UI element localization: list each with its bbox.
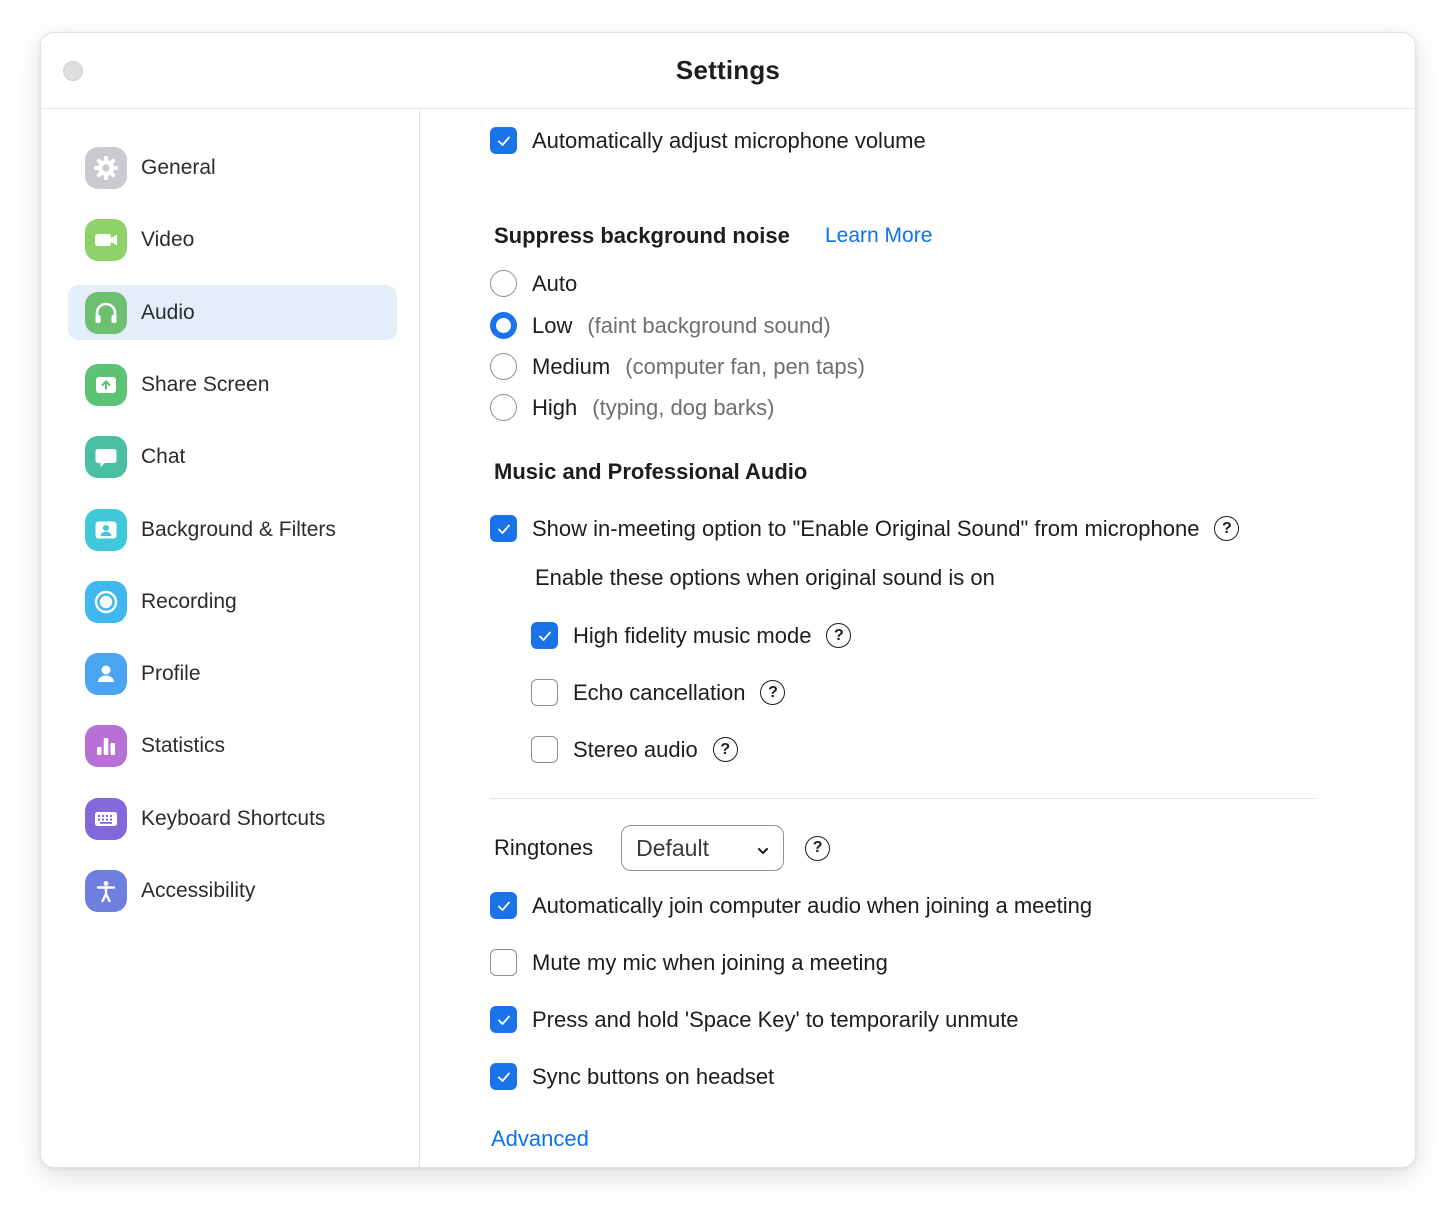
ringtones-select-value: Default <box>636 834 709 861</box>
profile-icon <box>85 652 127 695</box>
mute-on-join-option: Mute my mic when joining a meeting <box>490 949 888 976</box>
record-icon <box>85 580 127 623</box>
help-icon[interactable]: ? <box>826 623 852 648</box>
stereo-audio-checkbox[interactable] <box>531 736 558 763</box>
music-audio-heading: Music and Professional Audio <box>494 459 808 484</box>
sidebar-item-audio[interactable]: Audio <box>68 285 397 340</box>
mute-on-join-label: Mute my mic when joining a meeting <box>532 949 888 975</box>
ringtones-label: Ringtones <box>494 835 594 860</box>
sidebar-item-label: Video <box>141 227 195 251</box>
sidebar-item-label: Audio <box>141 300 195 324</box>
noise-option-high[interactable]: High (typing, dog barks) <box>490 394 774 421</box>
suppress-noise-heading: Suppress background noise <box>494 223 790 248</box>
help-icon[interactable]: ? <box>805 835 831 861</box>
noise-option-label: Medium <box>532 353 611 379</box>
window-title: Settings <box>675 55 781 85</box>
noise-medium-radio[interactable] <box>490 353 517 380</box>
space-key-unmute-option: Press and hold 'Space Key' to temporaril… <box>490 1006 1019 1033</box>
sidebar-item-label: Statistics <box>141 733 226 757</box>
sync-headset-label: Sync buttons on headset <box>532 1063 775 1089</box>
space-key-unmute-label: Press and hold 'Space Key' to temporaril… <box>532 1006 1019 1032</box>
sidebar-item-profile[interactable]: Profile <box>68 646 397 701</box>
echo-cancellation-option: Echo cancellation ? <box>531 679 786 706</box>
auto-join-audio-checkbox[interactable] <box>490 892 517 919</box>
noise-option-hint: (computer fan, pen taps) <box>625 353 865 379</box>
sidebar-item-video[interactable]: Video <box>68 212 397 267</box>
auto-join-audio-option: Automatically join computer audio when j… <box>490 892 1092 919</box>
noise-option-label: High <box>532 394 578 420</box>
accessibility-icon <box>85 869 127 912</box>
space-key-unmute-checkbox[interactable] <box>490 1006 517 1033</box>
sidebar-item-keyboard-shortcuts[interactable]: Keyboard Shortcuts <box>68 791 397 846</box>
sidebar: General Video Audio Share Screen Chat Ba… <box>41 110 420 1167</box>
ringtones-row: Ringtones Default ? <box>494 825 831 871</box>
noise-auto-radio[interactable] <box>490 270 517 297</box>
sidebar-item-background-filters[interactable]: Background & Filters <box>68 502 397 557</box>
sidebar-item-share-screen[interactable]: Share Screen <box>68 357 397 412</box>
high-fidelity-checkbox[interactable] <box>531 622 558 649</box>
original-sound-checkbox[interactable] <box>490 515 517 542</box>
stereo-audio-label: Stereo audio <box>573 736 698 762</box>
gear-icon <box>85 146 127 189</box>
window-close-button[interactable] <box>63 61 83 81</box>
video-camera-icon <box>85 218 127 261</box>
sidebar-item-statistics[interactable]: Statistics <box>68 718 397 773</box>
chevron-down-icon <box>756 835 770 862</box>
help-icon[interactable]: ? <box>712 737 738 762</box>
noise-option-low[interactable]: Low (faint background sound) <box>490 312 831 339</box>
auto-adjust-mic-label: Automatically adjust microphone volume <box>532 127 926 153</box>
noise-option-label: Auto <box>532 270 578 296</box>
noise-low-radio[interactable] <box>490 312 517 339</box>
stereo-audio-option: Stereo audio ? <box>531 736 738 763</box>
noise-option-hint: (faint background sound) <box>587 312 831 338</box>
learn-more-link[interactable]: Learn More <box>825 224 932 248</box>
original-sound-label: Show in-meeting option to "Enable Origin… <box>532 515 1200 541</box>
title-bar: Settings <box>41 33 1415 109</box>
high-fidelity-label: High fidelity music mode <box>573 622 812 648</box>
auto-join-audio-label: Automatically join computer audio when j… <box>532 892 1093 918</box>
sidebar-item-label: Profile <box>141 661 201 685</box>
sidebar-item-label: Chat <box>141 444 186 468</box>
noise-high-radio[interactable] <box>490 394 517 421</box>
high-fidelity-option: High fidelity music mode ? <box>531 622 852 649</box>
sidebar-item-chat[interactable]: Chat <box>68 429 397 484</box>
keyboard-icon <box>85 797 127 840</box>
sync-headset-checkbox[interactable] <box>490 1063 517 1090</box>
sync-headset-option: Sync buttons on headset <box>490 1063 774 1090</box>
sidebar-item-label: Accessibility <box>141 878 256 902</box>
bar-chart-icon <box>85 724 127 767</box>
sidebar-item-label: General <box>141 155 216 179</box>
chat-bubble-icon <box>85 435 127 478</box>
sidebar-item-label: Background & Filters <box>141 517 336 541</box>
sidebar-item-accessibility[interactable]: Accessibility <box>68 863 397 918</box>
background-person-icon <box>85 508 127 551</box>
headphones-icon <box>85 291 127 334</box>
help-icon[interactable]: ? <box>1214 516 1240 541</box>
noise-option-hint: (typing, dog barks) <box>592 394 775 420</box>
noise-option-medium[interactable]: Medium (computer fan, pen taps) <box>490 353 865 380</box>
share-screen-icon <box>85 363 127 406</box>
noise-option-auto[interactable]: Auto <box>490 270 577 297</box>
echo-cancellation-checkbox[interactable] <box>531 679 558 706</box>
mute-on-join-checkbox[interactable] <box>490 949 517 976</box>
sidebar-item-general[interactable]: General <box>68 140 397 195</box>
sidebar-item-recording[interactable]: Recording <box>68 574 397 629</box>
auto-adjust-mic-option: Automatically adjust microphone volume <box>490 127 926 154</box>
original-sound-options-caption: Enable these options when original sound… <box>535 565 995 590</box>
noise-option-label: Low <box>532 312 573 338</box>
section-divider <box>490 798 1316 799</box>
audio-settings-panel: Automatically adjust microphone volume S… <box>421 110 1415 1167</box>
ringtones-select[interactable]: Default <box>621 825 785 871</box>
sidebar-item-label: Recording <box>141 589 237 613</box>
sidebar-item-label: Keyboard Shortcuts <box>141 806 326 830</box>
settings-window: Settings General Video Audio Share Scree… <box>40 32 1416 1168</box>
help-icon[interactable]: ? <box>760 680 786 705</box>
advanced-link[interactable]: Advanced <box>491 1126 589 1152</box>
original-sound-option: Show in-meeting option to "Enable Origin… <box>490 515 1240 542</box>
auto-adjust-mic-checkbox[interactable] <box>490 127 517 154</box>
echo-cancellation-label: Echo cancellation <box>573 679 746 705</box>
sidebar-item-label: Share Screen <box>141 372 270 396</box>
